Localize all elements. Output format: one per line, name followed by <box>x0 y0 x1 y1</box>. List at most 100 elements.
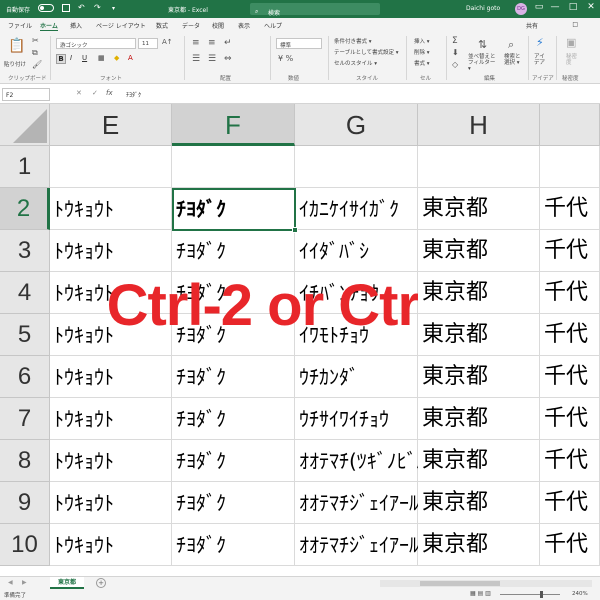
cell-6[interactable]: 千代 <box>540 356 600 398</box>
ribbon-display-icon[interactable]: ▭ <box>532 2 546 12</box>
cell-g2[interactable]: ｲｶﾆｹｲｻｲｶﾞｸ <box>295 188 418 230</box>
delete-cells-button[interactable]: 削除 ▾ <box>414 48 430 56</box>
cell-h8[interactable]: 東京都 <box>418 440 540 482</box>
save-icon[interactable] <box>62 4 70 12</box>
cell-f1[interactable] <box>172 146 295 188</box>
font-color-icon[interactable]: A <box>128 54 133 62</box>
wrap-text-icon[interactable]: ↵ <box>224 38 232 48</box>
row-header[interactable]: 3 <box>0 230 50 272</box>
tab-file[interactable]: ファイル <box>8 21 32 30</box>
row-header[interactable]: 10 <box>0 524 50 566</box>
cell-h6[interactable]: 東京都 <box>418 356 540 398</box>
tab-formulas[interactable]: 数式 <box>156 21 168 30</box>
cell-g1[interactable] <box>295 146 418 188</box>
undo-icon[interactable]: ↶ <box>78 3 85 12</box>
zoom-level[interactable]: 240% <box>572 591 588 597</box>
comment-icon[interactable]: □ <box>572 21 578 28</box>
cell-h5[interactable]: 東京都 <box>418 314 540 356</box>
cell-e8[interactable]: ﾄｳｷｮｳﾄ <box>50 440 172 482</box>
cell-g5[interactable]: ｲﾜﾓﾄﾁｮｳ <box>295 314 418 356</box>
ideas-icon[interactable]: ⚡ <box>536 36 544 49</box>
sheet-tab-tokyo[interactable]: 東京都 <box>50 577 84 589</box>
clear-icon[interactable]: ◇ <box>452 60 458 69</box>
cell-e9[interactable]: ﾄｳｷｮｳﾄ <box>50 482 172 524</box>
column-header-i[interactable] <box>540 104 600 146</box>
cell-e10[interactable]: ﾄｳｷｮｳﾄ <box>50 524 172 566</box>
cell-4[interactable]: 千代 <box>540 272 600 314</box>
cell-e6[interactable]: ﾄｳｷｮｳﾄ <box>50 356 172 398</box>
cell-g3[interactable]: ｲｲﾀﾞﾊﾞｼ <box>295 230 418 272</box>
zoom-slider-handle[interactable] <box>540 591 543 598</box>
tab-view[interactable]: 表示 <box>238 21 250 30</box>
horizontal-scrollbar[interactable] <box>380 580 592 587</box>
enter-icon[interactable]: ✓ <box>92 89 98 97</box>
cell-h10[interactable]: 東京都 <box>418 524 540 566</box>
tab-page-layout[interactable]: ページ レイアウト <box>96 21 146 30</box>
row-header[interactable]: 9 <box>0 482 50 524</box>
cell-g9[interactable]: ｵｵﾃﾏﾁｼﾞｪｲｱｰﾙﾋﾞﾙ <box>295 482 449 524</box>
align-top-icon[interactable]: ≡ <box>192 38 200 48</box>
column-header-f[interactable]: F <box>172 104 295 146</box>
bold-button[interactable]: B <box>56 54 66 64</box>
insert-function-icon[interactable]: fx <box>106 89 113 97</box>
column-header-e[interactable]: E <box>50 104 172 146</box>
cell-h4[interactable]: 東京都 <box>418 272 540 314</box>
find-select-icon[interactable]: ⌕ <box>508 38 514 52</box>
cell-e7[interactable]: ﾄｳｷｮｳﾄ <box>50 398 172 440</box>
row-header[interactable]: 8 <box>0 440 50 482</box>
cell-3[interactable]: 千代 <box>540 230 600 272</box>
cell-h1[interactable] <box>418 146 540 188</box>
name-box[interactable]: F2 <box>2 88 50 101</box>
cell-8[interactable]: 千代 <box>540 440 600 482</box>
tab-help[interactable]: ヘルプ <box>264 21 282 30</box>
grow-font-icon[interactable]: A↑ <box>162 38 173 46</box>
column-header-g[interactable]: G <box>295 104 418 146</box>
merge-center-icon[interactable]: ⇔ <box>224 54 232 64</box>
search-box[interactable]: ⌕ 検索 <box>250 3 380 17</box>
cell-g8[interactable]: ｵｵﾃﾏﾁ(ﾂｷﾞﾉﾋﾞﾙｦﾉｿﾞｸ) <box>295 440 485 482</box>
border-icon[interactable]: ▦ <box>98 54 105 62</box>
row-header[interactable]: 2 <box>0 188 50 230</box>
add-sheet-button[interactable]: + <box>96 578 106 588</box>
cell-h7[interactable]: 東京都 <box>418 398 540 440</box>
italic-button[interactable]: I <box>70 54 72 62</box>
cell-7[interactable]: 千代 <box>540 398 600 440</box>
cell-f7[interactable]: ﾁﾖﾀﾞｸ <box>172 398 295 440</box>
sheet-prev-icon[interactable]: ◀ <box>8 579 13 586</box>
align-center-icon[interactable]: ☰ <box>208 54 216 64</box>
cell-g6[interactable]: ｳﾁｶﾝﾀﾞ <box>295 356 418 398</box>
share-button[interactable]: 共有 <box>526 21 538 30</box>
cell-h9[interactable]: 東京都 <box>418 482 540 524</box>
minimize-button[interactable]: — <box>548 2 562 12</box>
format-as-table-button[interactable]: テーブルとして書式設定 ▾ <box>334 48 399 56</box>
cell-f10[interactable]: ﾁﾖﾀﾞｸ <box>172 524 295 566</box>
cell-f5[interactable]: ﾁﾖﾀﾞｸ <box>172 314 295 356</box>
row-header[interactable]: 1 <box>0 146 50 188</box>
row-header[interactable]: 6 <box>0 356 50 398</box>
cell-f2[interactable]: ﾁﾖﾀﾞｸ <box>172 188 295 230</box>
currency-icon[interactable]: ¥ % <box>278 54 293 63</box>
cell-5[interactable]: 千代 <box>540 314 600 356</box>
cut-icon[interactable]: ✂ <box>32 36 39 45</box>
sort-filter-icon[interactable]: ⇅ <box>478 38 487 51</box>
fill-icon[interactable]: ⬇ <box>452 48 459 57</box>
cell-f4[interactable]: ﾁﾖﾀﾞｸ <box>172 272 295 314</box>
cell-h3[interactable]: 東京都 <box>418 230 540 272</box>
tab-home[interactable]: ホーム <box>40 21 58 31</box>
worksheet-grid[interactable]: E F G H 1 2 3 4 5 6 7 8 9 10 ﾄｳｷｮｳﾄ ﾁﾖﾀﾞｸ… <box>0 104 600 576</box>
row-header[interactable]: 7 <box>0 398 50 440</box>
number-format-select[interactable]: 標準 <box>276 38 322 49</box>
cell-f8[interactable]: ﾁﾖﾀﾞｸ <box>172 440 295 482</box>
close-button[interactable]: ✕ <box>584 2 598 12</box>
column-header-h[interactable]: H <box>418 104 540 146</box>
avatar[interactable]: DG <box>515 3 527 15</box>
paste-icon[interactable]: 📋 <box>8 38 25 54</box>
cell-1[interactable] <box>540 146 600 188</box>
cell-e1[interactable] <box>50 146 172 188</box>
cell-f3[interactable]: ﾁﾖﾀﾞｸ <box>172 230 295 272</box>
cell-10[interactable]: 千代 <box>540 524 600 566</box>
sort-filter-button[interactable]: 並べ替えと フィルター ▾ <box>468 54 498 72</box>
format-cells-button[interactable]: 書式 ▾ <box>414 59 430 67</box>
autosum-icon[interactable]: Σ <box>452 36 458 46</box>
cell-f9[interactable]: ﾁﾖﾀﾞｸ <box>172 482 295 524</box>
